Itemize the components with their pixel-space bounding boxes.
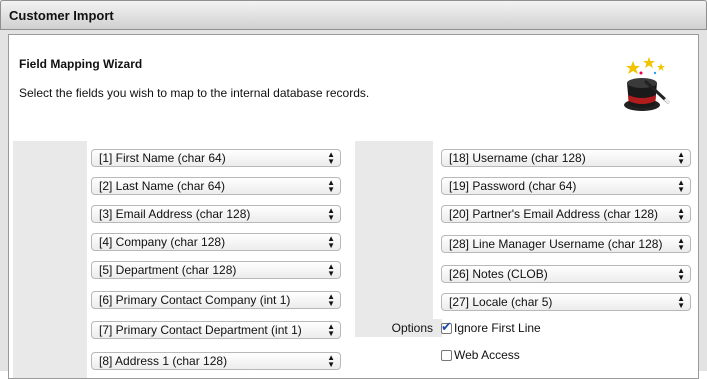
select-value: [3] Email Address (char 128) — [99, 207, 251, 221]
customer-import-window: Customer Import Field Mapping Wizard Sel… — [0, 0, 707, 379]
field-mapping-select[interactable]: [5] Department (char 128) ▲ ▼ — [91, 261, 341, 279]
select-value: [26] Notes (CLOB) — [449, 267, 548, 281]
select-value: [6] Primary Contact Company (int 1) — [99, 293, 291, 307]
options-label: Options — [355, 319, 442, 337]
select-value: [28] Line Manager Username (char 128) — [449, 237, 663, 251]
select-value: [5] Department (char 128) — [99, 263, 237, 277]
field-mapping-select[interactable]: [8] Address 1 (char 128) ▲ ▼ — [91, 352, 341, 370]
up-down-arrows-icon: ▲ ▼ — [327, 150, 335, 166]
select-value: [8] Address 1 (char 128) — [99, 354, 228, 368]
field-mapping-select[interactable]: [18] Username (char 128) ▲ ▼ — [441, 149, 691, 167]
select-value: [19] Password (char 64) — [449, 179, 577, 193]
field-mapping-select[interactable]: [1] First Name (char 64) ▲ ▼ — [91, 149, 341, 167]
web-access-checkbox[interactable] — [441, 349, 452, 361]
field-mapping-panel: Field Mapping Wizard Select the fields y… — [8, 34, 699, 379]
ignore-first-line-checkbox[interactable] — [441, 319, 452, 335]
wizard-title: Field Mapping Wizard — [19, 57, 143, 71]
window-title: Customer Import — [0, 0, 707, 30]
field-mapping-select[interactable]: [28] Line Manager Username (char 128) ▲ ▼ — [441, 235, 691, 253]
up-down-arrows-icon: ▲ ▼ — [327, 292, 335, 308]
field-mapping-select[interactable]: [20] Partner's Email Address (char 128) ▲… — [441, 205, 691, 223]
field-mapping-select[interactable]: [6] Primary Contact Company (int 1) ▲ ▼ — [91, 291, 341, 309]
field-mapping-select[interactable]: [7] Primary Contact Department (int 1) ▲ ▼ — [91, 321, 341, 339]
up-down-arrows-icon: ▲ ▼ — [677, 206, 685, 222]
select-value: [18] Username (char 128) — [449, 151, 586, 165]
right_fields-label-background — [355, 141, 433, 319]
field-mapping-select[interactable]: [2] Last Name (char 64) ▲ ▼ — [91, 177, 341, 195]
select-value: [27] Locale (char 5) — [449, 295, 553, 309]
magic-hat-wand-icon — [624, 57, 671, 111]
ignore-first-line-label: Ignore First Line — [454, 321, 541, 335]
field-mapping-select[interactable]: [27] Locale (char 5) ▲ ▼ — [441, 293, 691, 311]
field-mapping-select[interactable]: [26] Notes (CLOB) ▲ ▼ — [441, 265, 691, 283]
up-down-arrows-icon: ▲ ▼ — [677, 178, 685, 194]
web-access-option[interactable]: Web Access — [441, 348, 520, 362]
up-down-arrows-icon: ▲ ▼ — [327, 178, 335, 194]
select-value: [1] First Name (char 64) — [99, 151, 226, 165]
up-down-arrows-icon: ▲ ▼ — [327, 353, 335, 369]
up-down-arrows-icon: ▲ ▼ — [677, 150, 685, 166]
field-mapping-select[interactable]: [3] Email Address (char 128) ▲ ▼ — [91, 205, 341, 223]
select-value: [20] Partner's Email Address (char 128) — [449, 207, 659, 221]
up-down-arrows-icon: ▲ ▼ — [327, 262, 335, 278]
web-access-label: Web Access — [454, 348, 520, 362]
up-down-arrows-icon: ▲ ▼ — [677, 236, 685, 252]
up-down-arrows-icon: ▲ ▼ — [677, 266, 685, 282]
up-down-arrows-icon: ▲ ▼ — [327, 234, 335, 250]
ignore-first-line-option[interactable]: Ignore First Line — [441, 319, 541, 335]
field-mapping-select[interactable]: [19] Password (char 64) ▲ ▼ — [441, 177, 691, 195]
select-value: [2] Last Name (char 64) — [99, 179, 226, 193]
field-mapping-select[interactable]: [4] Company (char 128) ▲ ▼ — [91, 233, 341, 251]
wizard-description: Select the fields you wish to map to the… — [19, 86, 370, 100]
up-down-arrows-icon: ▲ ▼ — [327, 206, 335, 222]
left_fields-label-background — [13, 141, 87, 378]
select-value: [7] Primary Contact Department (int 1) — [99, 323, 302, 337]
up-down-arrows-icon: ▲ ▼ — [677, 294, 685, 310]
select-value: [4] Company (char 128) — [99, 235, 226, 249]
up-down-arrows-icon: ▲ ▼ — [327, 322, 335, 338]
